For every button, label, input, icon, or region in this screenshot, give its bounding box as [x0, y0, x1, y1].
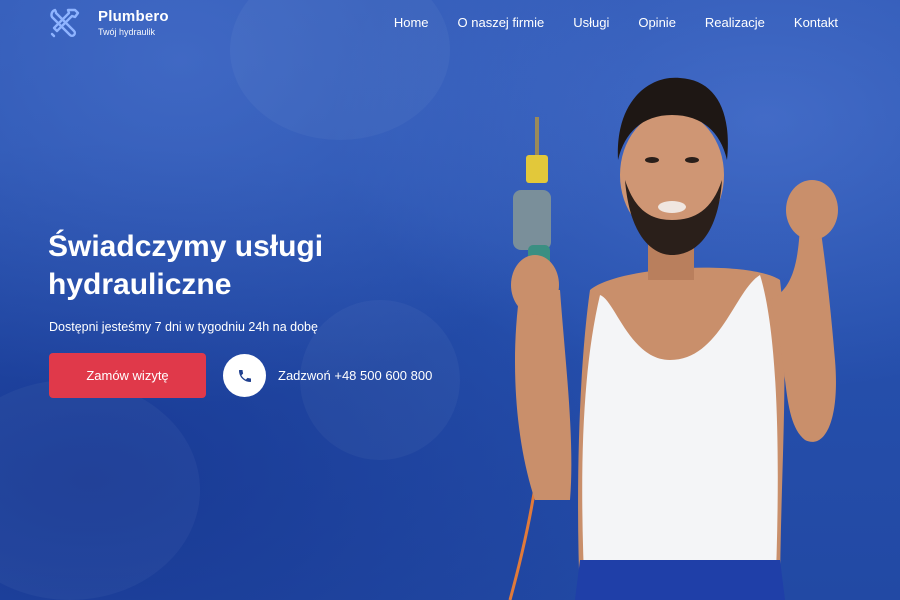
hero-subline: Dostępni jesteśmy 7 dni w tygodniu 24h n… [49, 320, 318, 334]
nav-item-home[interactable]: Home [394, 15, 429, 31]
left-hand [511, 255, 559, 315]
nav-item-about[interactable]: O naszej firmie [458, 15, 545, 31]
nav-item-projects[interactable]: Realizacje [705, 15, 765, 31]
drill-bit [535, 117, 539, 157]
left-arm [515, 290, 572, 500]
nav-item-services[interactable]: Usługi [573, 15, 609, 31]
brand-tagline: Twój hydraulik [98, 27, 156, 37]
drill-chuck [526, 155, 548, 183]
raised-fist [786, 180, 838, 240]
call-phone-label: Zadzwoń +48 500 600 800 [278, 368, 433, 383]
smile [658, 201, 686, 213]
phone-icon-circle[interactable] [223, 354, 266, 397]
hero-section: Plumbero Twój hydraulik Home O naszej fi… [0, 0, 900, 600]
brand-name: Plumbero [98, 8, 169, 25]
blue-pants [575, 560, 785, 600]
call-link[interactable]: Zadzwoń +48 500 600 800 [223, 354, 432, 397]
phone-icon [238, 369, 251, 382]
wrench-screwdriver-icon [50, 8, 80, 38]
background-blur-shape [0, 380, 200, 600]
nav-item-reviews[interactable]: Opinie [638, 15, 676, 31]
drill-body [513, 190, 551, 250]
hero-headline: Świadczymy usługi hydrauliczne [48, 230, 324, 301]
logo[interactable]: Plumbero Twój hydraulik [48, 6, 169, 40]
nav-item-contact[interactable]: Kontakt [794, 15, 838, 31]
order-visit-button[interactable]: Zamów wizytę [49, 353, 206, 398]
plumber-with-drill-photo [508, 77, 838, 600]
left-eye [645, 157, 659, 163]
right-eye [685, 157, 699, 163]
site-header: Plumbero Twój hydraulik Home O naszej fi… [0, 0, 900, 46]
main-nav: Home O naszej firmie Usługi Opinie Reali… [394, 15, 838, 31]
